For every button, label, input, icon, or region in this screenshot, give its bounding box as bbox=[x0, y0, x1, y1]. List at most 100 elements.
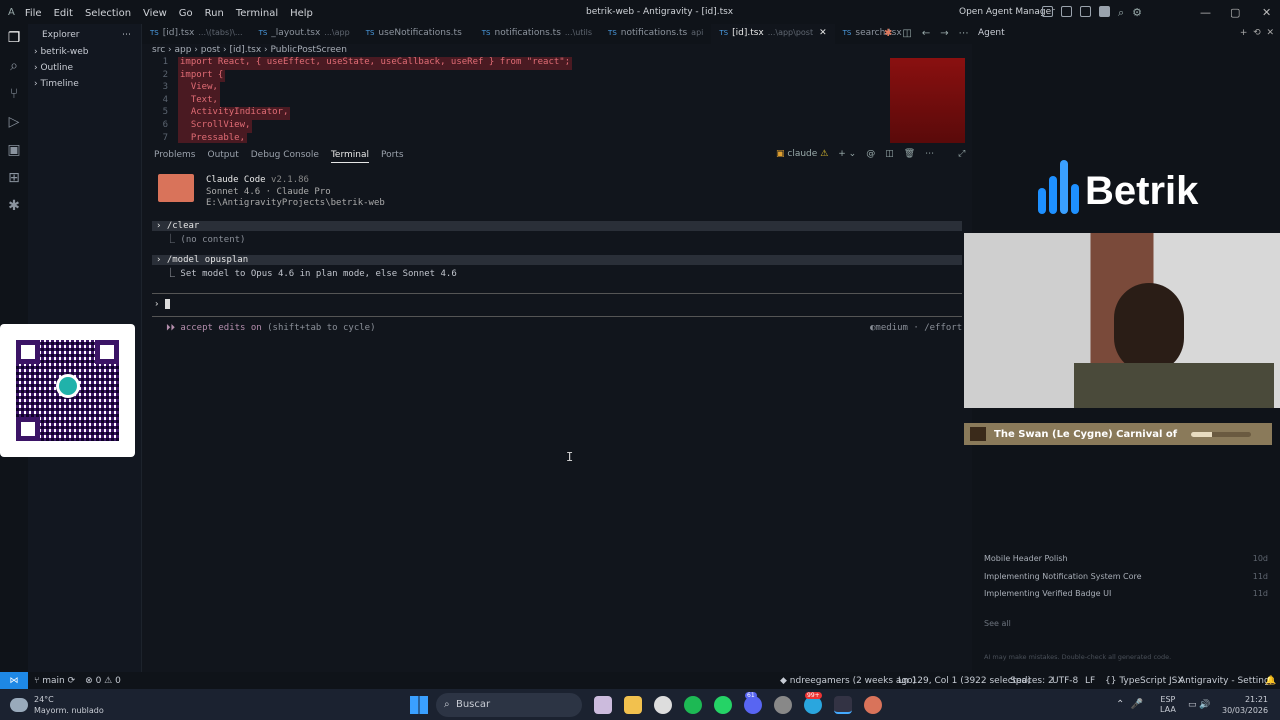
close-button[interactable]: ✕ bbox=[1262, 6, 1271, 19]
editor-tab[interactable]: TS useNotifications.ts bbox=[358, 24, 474, 44]
menu-item[interactable]: Help bbox=[290, 8, 313, 19]
open-agent-manager-button[interactable]: Open Agent Manager bbox=[959, 7, 1055, 17]
code-editor[interactable]: 1 import React, { useEffect, useState, us… bbox=[142, 57, 890, 143]
claude-icon[interactable]: ✱ bbox=[884, 28, 892, 39]
layout-left-icon[interactable] bbox=[1042, 6, 1053, 17]
history-item[interactable]: Implementing Notification System Core 11d bbox=[984, 572, 1268, 590]
git-blame[interactable]: ◆ ndreegamers (2 weeks ago) bbox=[780, 676, 916, 686]
clock-time[interactable]: 21:21 bbox=[1222, 694, 1268, 705]
editor-tab[interactable]: TS notifications.ts ...\utils bbox=[474, 24, 600, 44]
search-icon[interactable]: ⌕ bbox=[1118, 6, 1124, 20]
claude-icon[interactable] bbox=[864, 695, 882, 714]
close-tab-icon[interactable]: ✕ bbox=[819, 28, 827, 38]
source-control-icon[interactable]: ⑂ bbox=[0, 80, 28, 108]
app-icon[interactable] bbox=[774, 695, 792, 714]
crumb[interactable]: src bbox=[152, 45, 165, 55]
crumb[interactable]: app bbox=[174, 45, 191, 55]
sidebar-item-outline[interactable]: › Outline bbox=[28, 60, 141, 76]
editor-tab[interactable]: TS _layout.tsx ...\app bbox=[251, 24, 358, 44]
more-icon[interactable]: ⋯ bbox=[122, 30, 131, 40]
split-editor-icon[interactable]: ◫ bbox=[902, 28, 911, 39]
gear-icon[interactable]: ⚙ bbox=[1132, 6, 1142, 20]
maximize-button[interactable]: ▢ bbox=[1230, 6, 1240, 19]
menu-item[interactable]: Terminal bbox=[236, 8, 278, 19]
history-item[interactable]: Mobile Header Polish 10d bbox=[984, 554, 1268, 572]
terminal[interactable]: Claude Code v2.1.86 Sonnet 4.6 · Claude … bbox=[142, 166, 972, 672]
panel-tab[interactable]: Output bbox=[207, 148, 238, 162]
more-icon[interactable]: ⋯ bbox=[959, 28, 969, 39]
sidebar-item-project[interactable]: › betrik-web bbox=[28, 44, 141, 60]
history-icon[interactable]: ⟲ bbox=[1253, 28, 1261, 38]
forward-icon[interactable]: → bbox=[940, 28, 948, 39]
language-mode[interactable]: {} TypeScript JSX bbox=[1105, 676, 1184, 686]
menu-item[interactable]: Edit bbox=[54, 8, 73, 19]
tab-hint: ...\app bbox=[324, 28, 350, 37]
panel-tab[interactable]: Debug Console bbox=[251, 148, 319, 162]
menu-item[interactable]: View bbox=[143, 8, 167, 19]
mention-icon[interactable]: @ bbox=[866, 149, 875, 159]
breadcrumb: src › app › post › [id].tsx › PublicPost… bbox=[152, 45, 347, 55]
search-icon[interactable]: ⌕ bbox=[0, 52, 28, 80]
sidebar-item-label: Timeline bbox=[40, 79, 79, 89]
layout-center-icon[interactable] bbox=[1061, 6, 1072, 17]
minimize-button[interactable]: — bbox=[1200, 6, 1211, 19]
menu-item[interactable]: Go bbox=[179, 8, 193, 19]
add-icon[interactable]: + bbox=[1240, 28, 1248, 38]
layout-bottom-icon[interactable] bbox=[1080, 6, 1091, 17]
weather-icon[interactable] bbox=[10, 697, 28, 712]
problems-indicator[interactable]: ⊗ 0 ⚠ 0 bbox=[85, 676, 121, 686]
task-view-icon[interactable] bbox=[594, 695, 612, 714]
crumb[interactable]: PublicPostScreen bbox=[270, 45, 346, 55]
notifications-icon[interactable]: 🔔 bbox=[1265, 676, 1276, 686]
editor-tab[interactable]: TS notifications.ts api bbox=[600, 24, 711, 44]
see-all-link[interactable]: See all bbox=[984, 619, 1011, 628]
maximize-panel-icon[interactable]: ⤢ bbox=[958, 149, 965, 159]
whatsapp-icon[interactable] bbox=[714, 695, 732, 714]
layout-icons[interactable]: ⌕ ⚙ bbox=[1042, 6, 1142, 20]
settings-link[interactable]: Antigravity - Settings bbox=[1179, 676, 1274, 686]
spotify-icon[interactable] bbox=[684, 695, 702, 714]
menu-item[interactable]: Selection bbox=[85, 8, 131, 19]
chrome-icon[interactable] bbox=[654, 695, 672, 714]
code-line: 5 ActivityIndicator, bbox=[142, 107, 890, 120]
antigravity-icon[interactable] bbox=[834, 695, 852, 714]
run-debug-icon[interactable]: ▷ bbox=[0, 108, 28, 136]
extensions-icon[interactable]: ⊞ bbox=[0, 164, 28, 192]
remote-indicator[interactable]: ⋈ bbox=[0, 672, 28, 689]
more-icon[interactable]: ⋯ bbox=[925, 149, 934, 159]
file-explorer-icon[interactable] bbox=[624, 695, 642, 714]
minimap[interactable] bbox=[890, 58, 965, 143]
explorer-icon[interactable]: ❐ bbox=[0, 24, 28, 52]
taskbar-search[interactable]: ⌕ Buscar bbox=[436, 692, 582, 717]
trash-icon[interactable]: 🗑 bbox=[904, 149, 915, 159]
panel-tab[interactable]: Ports bbox=[381, 148, 404, 162]
add-terminal-icon[interactable]: + ⌄ bbox=[838, 149, 856, 159]
menu-item[interactable]: File bbox=[25, 8, 42, 19]
editor-tab[interactable]: TS [id].tsx ...\(tabs)\... bbox=[142, 24, 251, 44]
tray-icons[interactable]: ⌃ 🎤 bbox=[1116, 699, 1143, 710]
eol[interactable]: LF bbox=[1085, 676, 1095, 686]
start-button[interactable] bbox=[410, 695, 428, 714]
indentation[interactable]: Spaces: 2 bbox=[1010, 676, 1054, 686]
claude-icon[interactable]: ✱ bbox=[0, 192, 28, 220]
terminal-shell-label[interactable]: ▣ claude ⚠ bbox=[776, 149, 828, 159]
encoding[interactable]: UTF-8 bbox=[1052, 676, 1078, 686]
clock-date: 30/03/2026 bbox=[1222, 705, 1269, 715]
crumb[interactable]: post bbox=[201, 45, 220, 55]
back-icon[interactable]: ← bbox=[922, 28, 930, 39]
menu-item[interactable]: Run bbox=[205, 8, 224, 19]
panel-tab[interactable]: Terminal bbox=[330, 148, 369, 163]
remote-icon[interactable]: ▣ bbox=[0, 136, 28, 164]
network-volume-icons[interactable]: ▭ 🔊 bbox=[1188, 700, 1211, 710]
crumb[interactable]: [id].tsx bbox=[230, 45, 262, 55]
branch-indicator[interactable]: ⑂ main ⟳ bbox=[34, 676, 75, 686]
sidebar-item-timeline[interactable]: › Timeline bbox=[28, 76, 141, 92]
editor-tab[interactable]: TS [id].tsx ...\app\post ✕ bbox=[711, 24, 835, 44]
close-icon[interactable]: ✕ bbox=[1266, 28, 1274, 38]
history-item[interactable]: Implementing Verified Badge UI 11d bbox=[984, 589, 1268, 607]
input-language[interactable]: ESP bbox=[1160, 695, 1176, 705]
prompt-input[interactable]: › bbox=[154, 299, 170, 310]
split-terminal-icon[interactable]: ◫ bbox=[885, 149, 894, 159]
panel-tab[interactable]: Problems bbox=[154, 148, 195, 162]
layout-right-icon[interactable] bbox=[1099, 6, 1110, 17]
